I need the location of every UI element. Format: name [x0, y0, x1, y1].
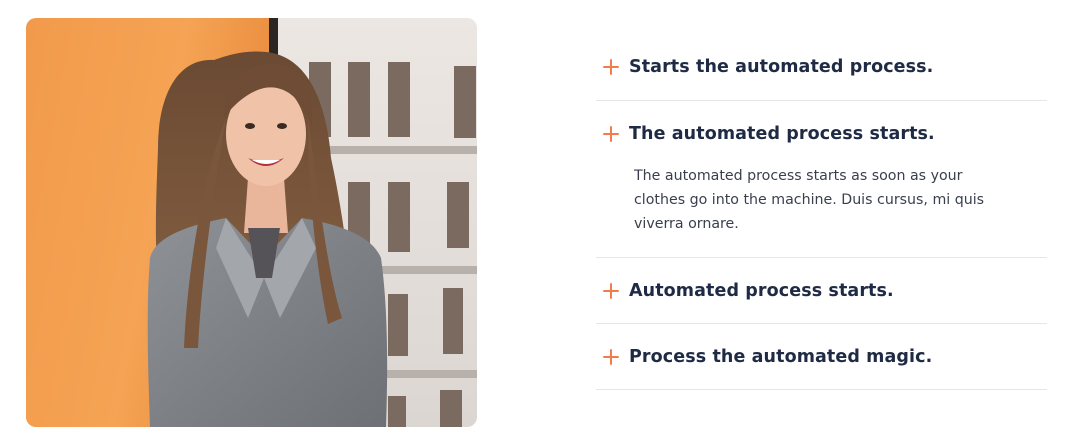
faq-toggle-3[interactable]: Automated process starts.	[596, 258, 1047, 323]
plus-icon	[603, 282, 619, 299]
faq-item: The automated process starts. The automa…	[596, 101, 1047, 258]
faq-toggle-4[interactable]: Process the automated magic.	[596, 324, 1047, 389]
plus-icon	[603, 125, 619, 142]
faq-accordion: Starts the automated process. The automa…	[596, 34, 1047, 390]
portrait-image	[26, 18, 477, 427]
faq-answer: The automated process starts as soon as …	[634, 168, 985, 232]
portrait-illustration	[26, 18, 477, 427]
faq-item: Automated process starts.	[596, 258, 1047, 324]
plus-icon	[603, 59, 619, 75]
page: Starts the automated process. The automa…	[0, 0, 1077, 436]
faq-item: Starts the automated process.	[596, 34, 1047, 101]
faq-item: Process the automated magic.	[596, 324, 1047, 390]
faq-title: Starts the automated process.	[629, 57, 934, 77]
plus-icon	[603, 348, 619, 365]
faq-toggle-1[interactable]: Starts the automated process.	[596, 34, 1047, 100]
faq-title: Automated process starts.	[629, 280, 894, 301]
faq-title: Process the automated magic.	[629, 346, 933, 367]
faq-title: The automated process starts.	[629, 123, 935, 144]
